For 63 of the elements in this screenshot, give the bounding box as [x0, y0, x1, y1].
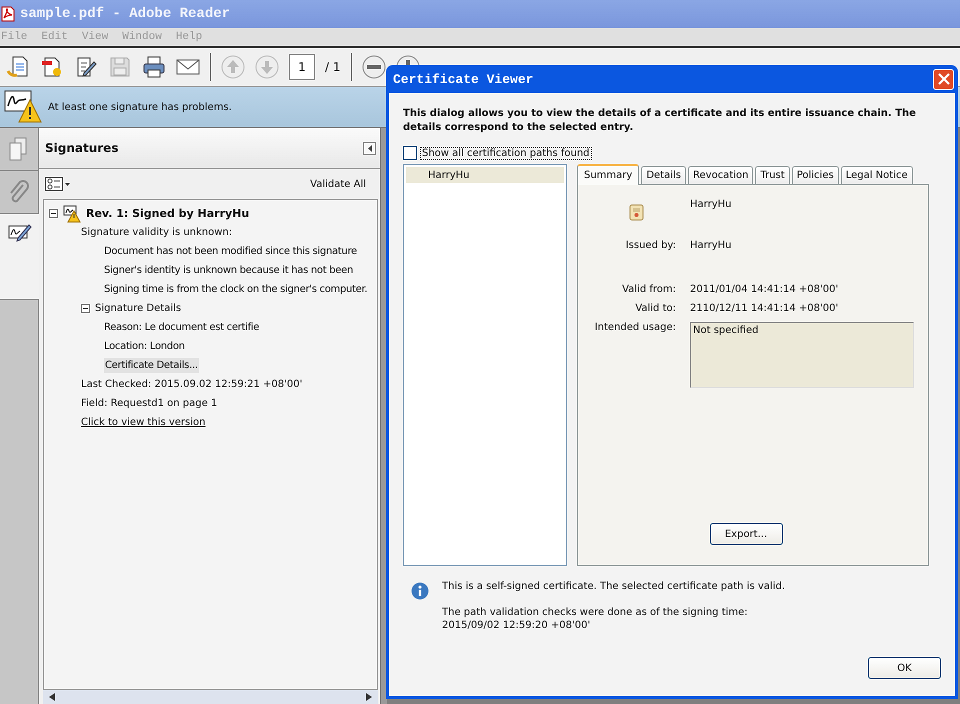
- tree-item: Signature validity is unknown:: [81, 227, 232, 238]
- field-value: 2110/12/11 14:41:14 +08'00': [690, 303, 840, 314]
- print-icon[interactable]: [142, 55, 166, 79]
- checkbox-label[interactable]: Show all certification paths found: [420, 146, 592, 160]
- options-menu-button[interactable]: [45, 177, 71, 191]
- tree-item[interactable]: Signature Details: [95, 303, 182, 314]
- tree-item: Field: Requestd1 on page 1: [81, 398, 218, 409]
- signature-title[interactable]: Rev. 1: Signed by HarryHu: [86, 207, 250, 220]
- usage-value: Not specified: [693, 325, 758, 336]
- collapse-toggle[interactable]: [81, 304, 90, 313]
- open-file-icon[interactable]: [6, 55, 30, 79]
- tree-item: Reason: Le document est certifie: [104, 322, 260, 333]
- signature-warning-icon: [4, 90, 42, 124]
- checkbox[interactable]: [403, 146, 417, 160]
- view-version-link[interactable]: Click to view this version: [81, 417, 206, 428]
- tree-item[interactable]: Certificate Details...: [104, 358, 199, 373]
- field-label: Valid from:: [621, 284, 676, 295]
- signature-warning-icon: [63, 204, 81, 222]
- subject-name: HarryHu: [690, 199, 732, 210]
- tab[interactable]: Summary: [577, 164, 640, 185]
- page-number-field[interactable]: 1: [289, 54, 315, 80]
- page-count: / 1: [325, 60, 340, 74]
- field-value: 2011/01/04 14:41:14 +08'00': [690, 284, 840, 295]
- dialog-description: This dialog allows you to view the details of a certificate and its entire issuance chain. The details correspond to the selected entry.: [403, 107, 917, 135]
- scroll-left-icon[interactable]: [49, 693, 55, 701]
- window-title: sample.pdf - Adobe Reader: [20, 6, 230, 22]
- close-icon: [938, 73, 950, 85]
- validate-all-link[interactable]: Validate All: [310, 178, 366, 190]
- export-button[interactable]: Export...: [710, 523, 782, 545]
- info-icon: [411, 582, 429, 600]
- tree-item: Last Checked: 2015.09.02 12:59:21 +08'00': [81, 379, 302, 390]
- notice-text: At least one signature has problems.: [48, 102, 232, 112]
- tree-item: Signer's identity is unknown because it has not been: [104, 265, 354, 276]
- sidebar-tab[interactable]: [0, 214, 39, 300]
- validity-message: This is a self-signed certificate. The selected certificate path is valid.: [442, 580, 785, 593]
- create-pdf-icon[interactable]: [40, 55, 64, 79]
- horizontal-scrollbar[interactable]: [43, 690, 378, 704]
- dialog-title: Certificate Viewer: [393, 72, 534, 86]
- validation-note: 2015/09/02 12:59:20 +08'00': [442, 619, 592, 632]
- validation-note: The path validation checks were done as of the signing time:: [442, 606, 749, 619]
- chain-item[interactable]: HarryHu: [406, 167, 564, 183]
- certificate-icon: [628, 204, 646, 222]
- field-label: Issued by:: [624, 240, 676, 251]
- tab[interactable]: Policies: [792, 166, 839, 184]
- tree-item: Document has not been modified since this signature: [104, 246, 357, 257]
- tree-item: Location: London: [104, 341, 185, 352]
- collapse-button[interactable]: [363, 142, 376, 154]
- field-label: Valid to:: [634, 303, 676, 314]
- tab[interactable]: Trust: [755, 166, 790, 184]
- close-button[interactable]: [933, 68, 954, 90]
- tree-item: Signing time is from the clock on the signer's computer.: [104, 284, 368, 295]
- field-value: HarryHu: [690, 240, 732, 251]
- tab[interactable]: Legal Notice: [840, 166, 913, 184]
- left-arrow-icon: [368, 144, 372, 152]
- panel-title: Signatures: [45, 141, 118, 155]
- field-label: Intended usage:: [594, 322, 676, 333]
- scroll-right-icon[interactable]: [366, 693, 372, 701]
- ok-button[interactable]: OK: [868, 657, 941, 679]
- pdf-document-icon: [0, 6, 16, 22]
- zoom-out-icon[interactable]: [362, 55, 386, 79]
- tab[interactable]: Details: [641, 166, 686, 184]
- tab[interactable]: Revocation: [688, 166, 754, 184]
- collapse-toggle[interactable]: [49, 209, 58, 218]
